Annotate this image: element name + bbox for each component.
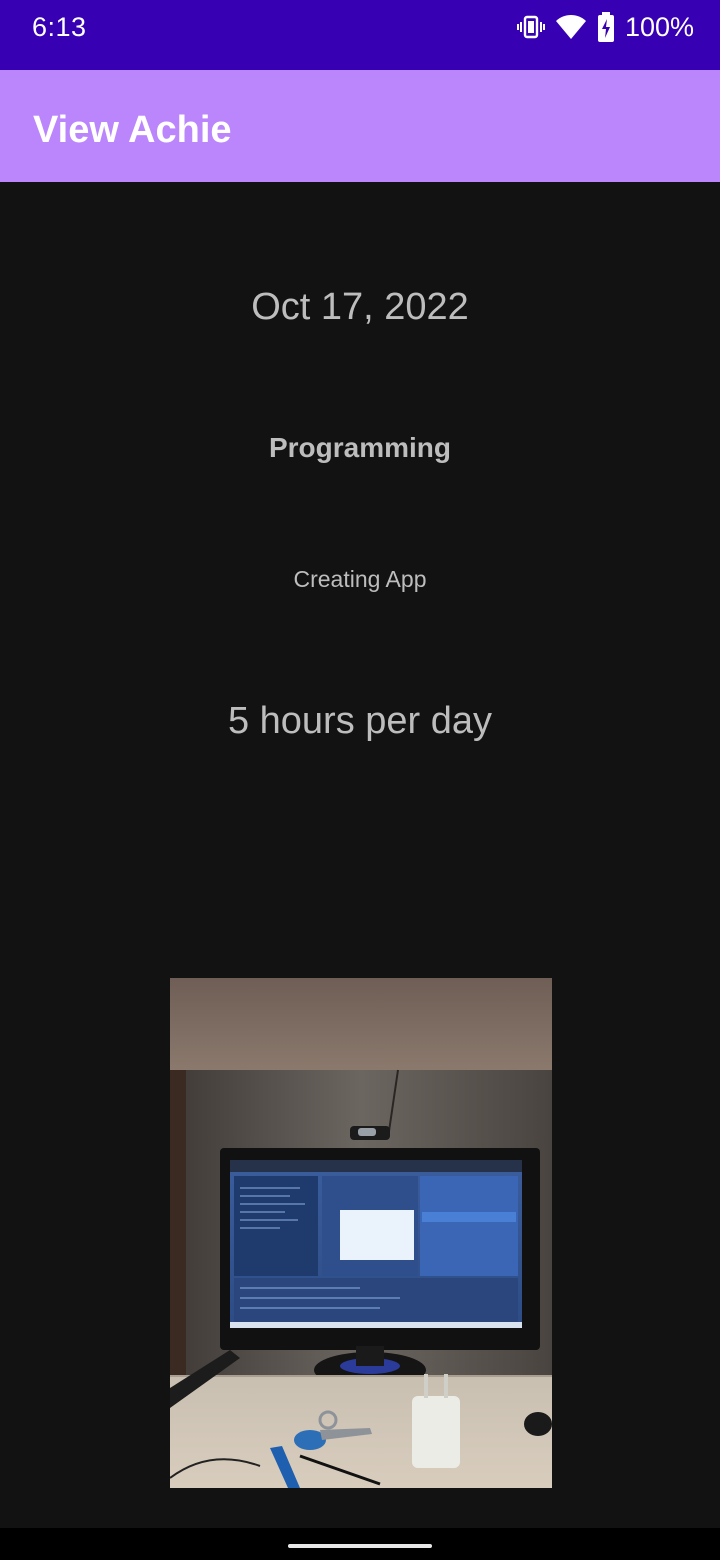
- achievement-photo: [170, 978, 552, 1488]
- vibrate-icon: [516, 13, 545, 41]
- wifi-icon: [555, 13, 587, 41]
- status-icons: 100%: [516, 10, 694, 44]
- page-title: View Achie: [33, 109, 232, 151]
- navigation-bar: [0, 1528, 720, 1560]
- achievement-duration: 5 hours per day: [227, 700, 493, 742]
- achievement-date: Oct 17, 2022: [251, 286, 469, 328]
- achievement-description: Creating App: [293, 566, 427, 592]
- achievement-category: Programming: [268, 432, 452, 463]
- app-bar: View Achie: [0, 70, 720, 182]
- screen: 6:13 100% View Achie Oct 17, 2022 Progra…: [0, 0, 720, 1560]
- battery-percent: 100%: [624, 12, 694, 42]
- home-handle[interactable]: [288, 1544, 432, 1548]
- status-bar: 6:13 100%: [0, 0, 720, 70]
- status-time: 6:13: [32, 12, 87, 42]
- battery-charging-icon: [597, 12, 615, 42]
